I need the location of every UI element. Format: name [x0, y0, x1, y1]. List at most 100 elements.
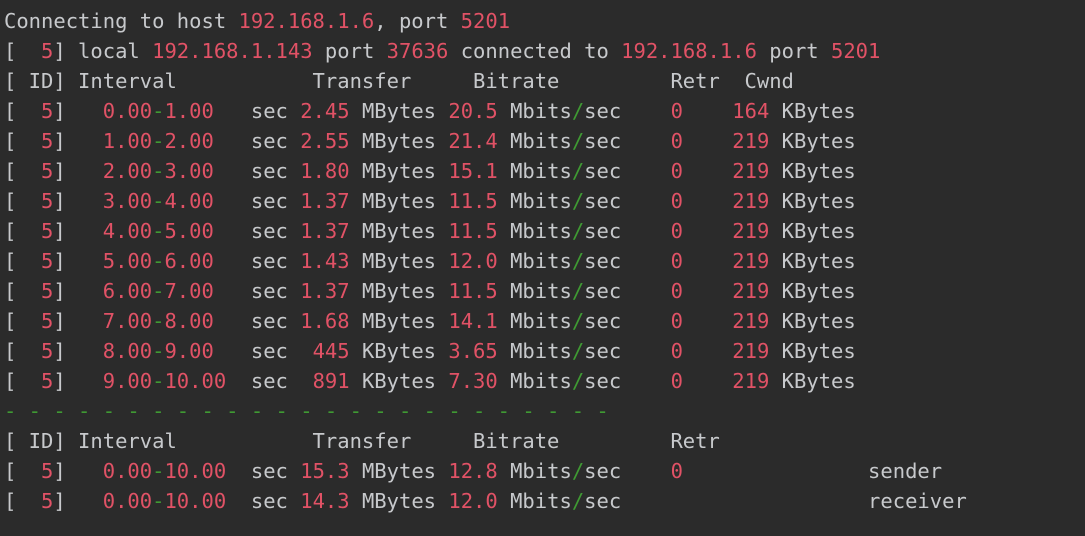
- transfer-unit: MBytes: [361, 129, 437, 153]
- bitrate-unit-sec: sec: [584, 99, 622, 123]
- summary-row: [ 5] 0.00-10.00 sec 15.3 MBytes 12.8 Mbi…: [4, 456, 942, 486]
- bracket-open: [: [4, 369, 17, 393]
- cwnd-value: 219: [732, 339, 770, 363]
- bitrate-value: 20.5: [448, 99, 498, 123]
- server-port: 5201: [460, 9, 511, 33]
- remote-ip: 192.168.1.6: [621, 39, 757, 63]
- bracket-close: ]: [53, 159, 66, 183]
- retr-value: 0: [670, 309, 683, 333]
- interval-dash: -: [152, 459, 165, 483]
- bracket-open: [: [4, 489, 17, 513]
- bitrate-value: 15.1: [448, 159, 498, 183]
- bracket-open: [: [4, 279, 17, 303]
- interval-dash: -: [152, 339, 165, 363]
- bracket-close: ]: [53, 189, 66, 213]
- cwnd-value: 219: [732, 159, 770, 183]
- transfer-value: 2.55: [300, 129, 350, 153]
- stream-id: 5: [16, 39, 54, 63]
- stream-id: 5: [16, 369, 54, 393]
- stream-id: 5: [16, 309, 54, 333]
- retr-value: 0: [670, 159, 683, 183]
- transfer-unit: MBytes: [361, 309, 437, 333]
- bracket-close: ]: [53, 129, 66, 153]
- bitrate-unit: Mbits: [510, 459, 572, 483]
- cwnd-value: 219: [732, 369, 770, 393]
- cwnd-unit: KBytes: [781, 189, 856, 213]
- bitrate-slash: /: [571, 99, 585, 123]
- retr-value: 0: [670, 369, 683, 393]
- transfer-unit: MBytes: [361, 459, 437, 483]
- bitrate-unit: Mbits: [510, 129, 572, 153]
- interval-unit: sec: [250, 189, 288, 213]
- interval-unit: sec: [250, 129, 288, 153]
- bitrate-unit: Mbits: [510, 339, 572, 363]
- interval-row: [ 5] 9.00-10.00 sec 891 KBytes 7.30 Mbit…: [4, 366, 856, 396]
- interval-start: 1.00: [102, 129, 153, 153]
- bitrate-value: 12.0: [448, 489, 498, 513]
- role-label: receiver: [868, 489, 967, 513]
- interval-dash: -: [152, 309, 165, 333]
- local-ip: 192.168.1.143: [152, 39, 313, 63]
- bracket-open: [: [4, 189, 17, 213]
- interval-unit: sec: [250, 279, 288, 303]
- cwnd-value: 219: [732, 219, 770, 243]
- interval-unit: sec: [250, 159, 288, 183]
- local-label: local: [65, 39, 153, 63]
- remote-port: 5201: [830, 39, 881, 63]
- bracket-close: ]: [53, 309, 66, 333]
- terminal-output[interactable]: Connecting to host 192.168.1.6, port 520…: [0, 0, 1085, 536]
- interval-unit: sec: [250, 219, 288, 243]
- interval-start: 4.00: [102, 219, 153, 243]
- bitrate-slash: /: [571, 279, 585, 303]
- interval-row: [ 5] 5.00-6.00 sec 1.43 MBytes 12.0 Mbit…: [4, 246, 856, 276]
- interval-dash: -: [152, 489, 165, 513]
- transfer-unit: MBytes: [361, 279, 437, 303]
- bitrate-slash: /: [571, 309, 585, 333]
- cwnd-value: 219: [732, 279, 770, 303]
- port-label: port: [312, 39, 387, 63]
- bitrate-unit-sec: sec: [584, 129, 622, 153]
- interval-start: 3.00: [102, 189, 153, 213]
- bitrate-unit-sec: sec: [584, 159, 622, 183]
- bitrate-unit: Mbits: [510, 99, 572, 123]
- transfer-value: 1.37: [300, 219, 350, 243]
- bitrate-slash: /: [571, 339, 585, 363]
- interval-dash: -: [152, 279, 165, 303]
